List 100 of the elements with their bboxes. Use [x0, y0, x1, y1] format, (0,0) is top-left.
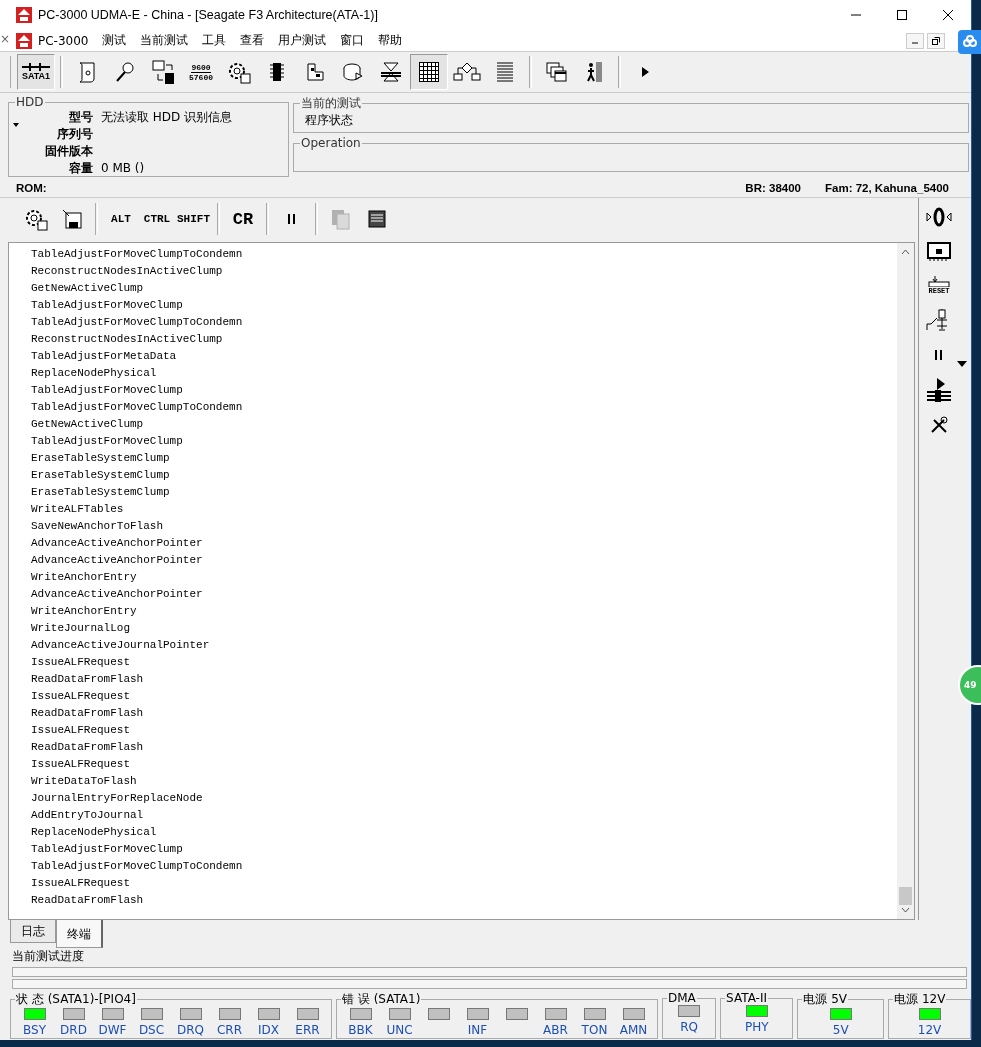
grid-icon	[418, 61, 440, 83]
menu-item[interactable]: PC-3000	[32, 33, 96, 48]
terminal-line: GetNewActiveClump	[31, 281, 145, 296]
indicator-label: RQ	[680, 1020, 698, 1034]
terminal-line: JournalEntryForReplaceNode	[31, 791, 204, 806]
panel-legend: Operation	[300, 136, 362, 150]
menu-item[interactable]: 测试	[95, 32, 134, 49]
indicator-label: INF	[467, 1023, 488, 1037]
terminal-line: AdvanceActiveAnchorPointer	[31, 536, 204, 551]
menu-item[interactable]: 当前测试	[133, 32, 196, 49]
indicator-label: PHY	[744, 1020, 769, 1034]
terminal-line: TableAdjustForMoveClump	[31, 434, 184, 449]
terminal-line: AdvanceActiveJournalPointer	[31, 638, 211, 653]
play-icon	[639, 65, 651, 79]
terminal-line: EraseTableSystemClump	[31, 451, 171, 466]
terminal-line: IssueALFRequest	[31, 723, 132, 738]
pause-icon	[286, 212, 298, 226]
field-label: 固件版本	[44, 143, 93, 159]
terminal-line: IssueALFRequest	[31, 757, 132, 772]
scrollbar[interactable]	[897, 243, 914, 919]
card-icon	[925, 240, 953, 262]
menu-item[interactable]: 帮助	[371, 32, 410, 49]
key-button[interactable]: ALT	[103, 203, 139, 235]
field-value: 无法读取 HDD 识别信息	[101, 109, 234, 125]
panel-legend: 当前的测试	[300, 95, 362, 112]
transfer-icon	[150, 59, 176, 85]
sata-button[interactable]: SATA1	[17, 54, 55, 90]
scrollbar-thumb[interactable]	[899, 887, 912, 905]
menu-item[interactable]: 窗口	[333, 32, 372, 49]
indicator-label: CRR	[216, 1023, 243, 1037]
status-group-title: 错 误 (SATA1)	[341, 991, 422, 1008]
indicator-label: ABR	[543, 1023, 568, 1037]
terminal-icon	[366, 208, 388, 230]
rom-label: ROM:	[16, 182, 47, 194]
indicator-label: AMN	[619, 1023, 648, 1037]
key-button[interactable]: SHIFT	[175, 203, 212, 235]
terminal-line: TableAdjustForMetaData	[31, 349, 178, 364]
board-icon	[304, 60, 326, 84]
indicator-label: 12V	[917, 1023, 942, 1037]
minimize-button[interactable]	[906, 32, 924, 49]
status-group-title: 电源 5V	[802, 991, 849, 1008]
panel-legend: HDD	[15, 95, 45, 109]
terminal-line: AddEntryToJournal	[31, 808, 145, 823]
terminal-line: AdvanceActiveAnchorPointer	[31, 553, 204, 568]
test-status: 程序状态	[304, 113, 353, 127]
status-group-title: 电源 12V	[893, 991, 947, 1008]
enter-button[interactable]: CR	[225, 203, 261, 235]
close-mark[interactable]: ×	[0, 32, 11, 46]
indicator-label: ERR	[295, 1023, 320, 1037]
terminal-line: WriteDataToFlash	[31, 774, 138, 789]
cloud-icon[interactable]	[958, 30, 981, 54]
terminal-line: ReconstructNodesInActiveClump	[31, 332, 224, 347]
field-label: 型号	[68, 109, 93, 125]
indicator-label: DRD	[60, 1023, 87, 1037]
menu-item[interactable]: 用户测试	[271, 32, 334, 49]
tab[interactable]: 终端	[56, 920, 103, 948]
tools-icon	[929, 415, 949, 435]
terminal-line: TableAdjustForMoveClump	[31, 383, 184, 398]
connector-icon	[22, 63, 50, 71]
terminal-line: ReplaceNodePhysical	[31, 825, 158, 840]
list-icon	[495, 61, 515, 83]
terminal-line: GetNewActiveClump	[31, 417, 145, 432]
field-label: 序列号	[56, 126, 93, 142]
toolbar-button[interactable]	[410, 54, 448, 90]
indicator-label: BSY	[23, 1023, 46, 1037]
terminal-line: SaveNewAnchorToFlash	[31, 519, 165, 534]
terminal-line: WriteAnchorEntry	[31, 604, 138, 619]
progress-label: 当前测试进度	[11, 948, 84, 965]
baud-rate-button[interactable]: 9600 57600	[182, 54, 220, 90]
terminal-line: IssueALFRequest	[31, 655, 132, 670]
menu-item[interactable]: 工具	[195, 32, 234, 49]
chip-icon	[267, 60, 287, 84]
status-group-title: 状 态 (SATA1)-[PIO4]	[15, 991, 137, 1008]
indicator-label: 5V	[832, 1023, 849, 1037]
terminal-line: TableAdjustForMoveClumpToCondemn	[31, 247, 244, 262]
restore-button[interactable]	[927, 32, 945, 49]
terminal-line: IssueALFRequest	[31, 689, 132, 704]
close-icon[interactable]	[942, 9, 954, 21]
terminal-line: IssueALFRequest	[31, 876, 132, 891]
flowchart-icon	[452, 60, 482, 84]
indicator-label: TON	[581, 1023, 608, 1037]
field-label: 容量	[68, 160, 93, 176]
indicator-label: DSC	[138, 1023, 165, 1037]
floppy-icon	[60, 207, 84, 231]
terminal-line: TableAdjustForMoveClumpToCondemn	[31, 315, 244, 330]
menu-item[interactable]: 查看	[233, 32, 272, 49]
restore-icon	[932, 36, 940, 45]
terminal-line: ReplaceNodePhysical	[31, 366, 158, 381]
key-button[interactable]: CTRL	[139, 203, 175, 235]
status-group-title: SATA-II	[725, 991, 768, 1005]
maximize-icon[interactable]	[896, 9, 908, 21]
family-label: Fam: 72, Kahuna_5400	[825, 182, 949, 194]
status-group-title: DMA	[667, 991, 697, 1005]
terminal-line: ReconstructNodesInActiveClump	[31, 264, 224, 279]
terminal-line: AdvanceActiveAnchorPointer	[31, 587, 204, 602]
terminal-line: EraseTableSystemClump	[31, 468, 171, 483]
terminal-line: TableAdjustForMoveClumpToCondemn	[31, 400, 244, 415]
tab[interactable]: 日志	[10, 920, 56, 943]
terminal-line: WriteAnchorEntry	[31, 570, 138, 585]
terminal-line: ReadDataFromFlash	[31, 672, 145, 687]
